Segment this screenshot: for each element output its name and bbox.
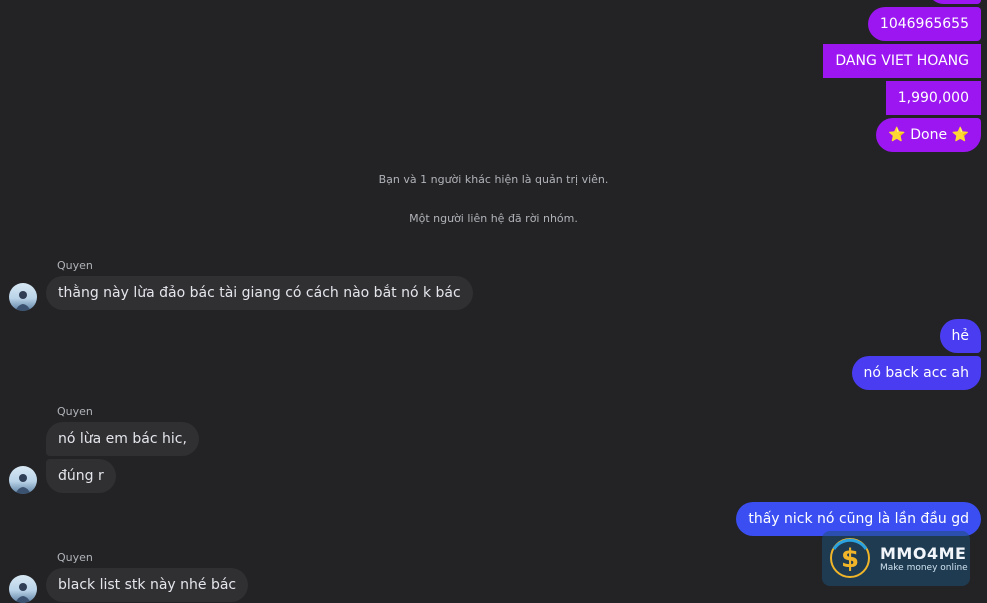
- message-bubble[interactable]: nó back acc ah: [851, 356, 981, 390]
- message-bubble-cutoff[interactable]: [927, 0, 981, 4]
- avatar[interactable]: [9, 283, 37, 311]
- sender-name: Quyen: [57, 259, 93, 272]
- sender-name: Quyen: [57, 551, 93, 564]
- message-bubble[interactable]: nó lừa em bác hic,: [46, 422, 199, 456]
- message-bubble[interactable]: đúng r: [46, 459, 116, 493]
- system-notice-member-left: Một người liên hệ đã rời nhóm.: [409, 212, 578, 225]
- watermark-logo: $ MMO4ME Make money online: [822, 531, 970, 586]
- message-account-name[interactable]: DANG VIET HOANG: [823, 44, 981, 78]
- dollar-coin-icon: $: [830, 538, 870, 578]
- system-notice-admin: Bạn và 1 người khác hiện là quản trị viê…: [378, 173, 609, 186]
- watermark-brand: MMO4ME: [880, 544, 967, 563]
- message-account-number[interactable]: 1046965655: [867, 7, 981, 41]
- message-bubble[interactable]: hẻ: [939, 319, 981, 353]
- sender-name: Quyen: [57, 405, 93, 418]
- avatar[interactable]: [9, 575, 37, 603]
- svg-text:$: $: [841, 544, 859, 574]
- message-bubble[interactable]: thằng này lừa đảo bác tài giang có cách …: [46, 276, 473, 310]
- message-done[interactable]: ⭐ Done ⭐: [876, 118, 981, 152]
- avatar[interactable]: [9, 466, 37, 494]
- watermark-tagline: Make money online: [880, 563, 968, 573]
- message-amount[interactable]: 1,990,000: [885, 81, 981, 115]
